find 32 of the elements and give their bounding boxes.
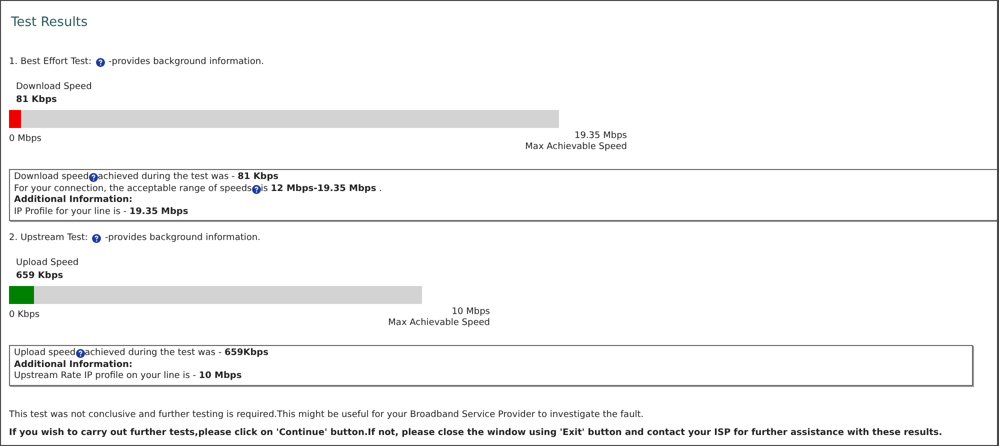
speed-label: Download Speed [16,81,93,94]
info-heading: Additional Information: [14,195,133,206]
scale-caption: Max Achievable Speed [525,142,627,153]
scale-max: 10 Mbps [452,307,490,318]
instruction-text: If you wish to carry out further tests,please click on 'Continue' button.If not, please close the window using 'Exit' button and contact your ISP for further assistance with these results. [9,428,944,438]
help-icon[interactable] [88,173,98,182]
info-heading: Additional Information: [14,360,133,371]
info-text: Download speed [14,172,89,184]
scale-min: 0 Kbps [9,310,40,320]
info-text: achieved during the test was - 81 Kbps [98,172,279,184]
help-description: -provides background information. [104,233,260,243]
scale-min: 0 Mbps [9,134,42,144]
info-text: Upload speed [14,348,76,360]
page-title: Test Results [11,15,89,30]
help-icon[interactable] [96,58,104,66]
help-icon[interactable] [252,184,261,194]
help-icon[interactable] [76,349,85,358]
info-text: is 12 Mbps-19.35 Mbps . [260,184,382,195]
scale-caption: Max Achievable Speed [388,318,490,329]
info-text: achieved during the test was - 659Kbps [84,348,268,360]
speed-value: 659 Kbps [16,270,64,283]
info-text: Upstream Rate IP profile on your line is - 10 Mbps [14,371,242,382]
note-text: This test was not conclusive and further testing is required.This might be useful for your Broadband Service Provider to investigate the fault. [9,410,645,420]
help-icon[interactable] [92,234,101,242]
info-text: For your connection, the acceptable range of speeds [14,184,252,195]
help-description: -provides background information. [108,57,264,67]
info-text: IP Profile for your line is - 19.35 Mbps [14,206,188,218]
test-title: 1. Best Effort Test: [9,57,92,67]
speed-label: Upload Speed [16,257,80,270]
scale-max: 19.35 Mbps [574,131,627,142]
speed-value: 81 Kbps [16,94,58,107]
test-title: 2. Upstream Test: [9,233,88,243]
